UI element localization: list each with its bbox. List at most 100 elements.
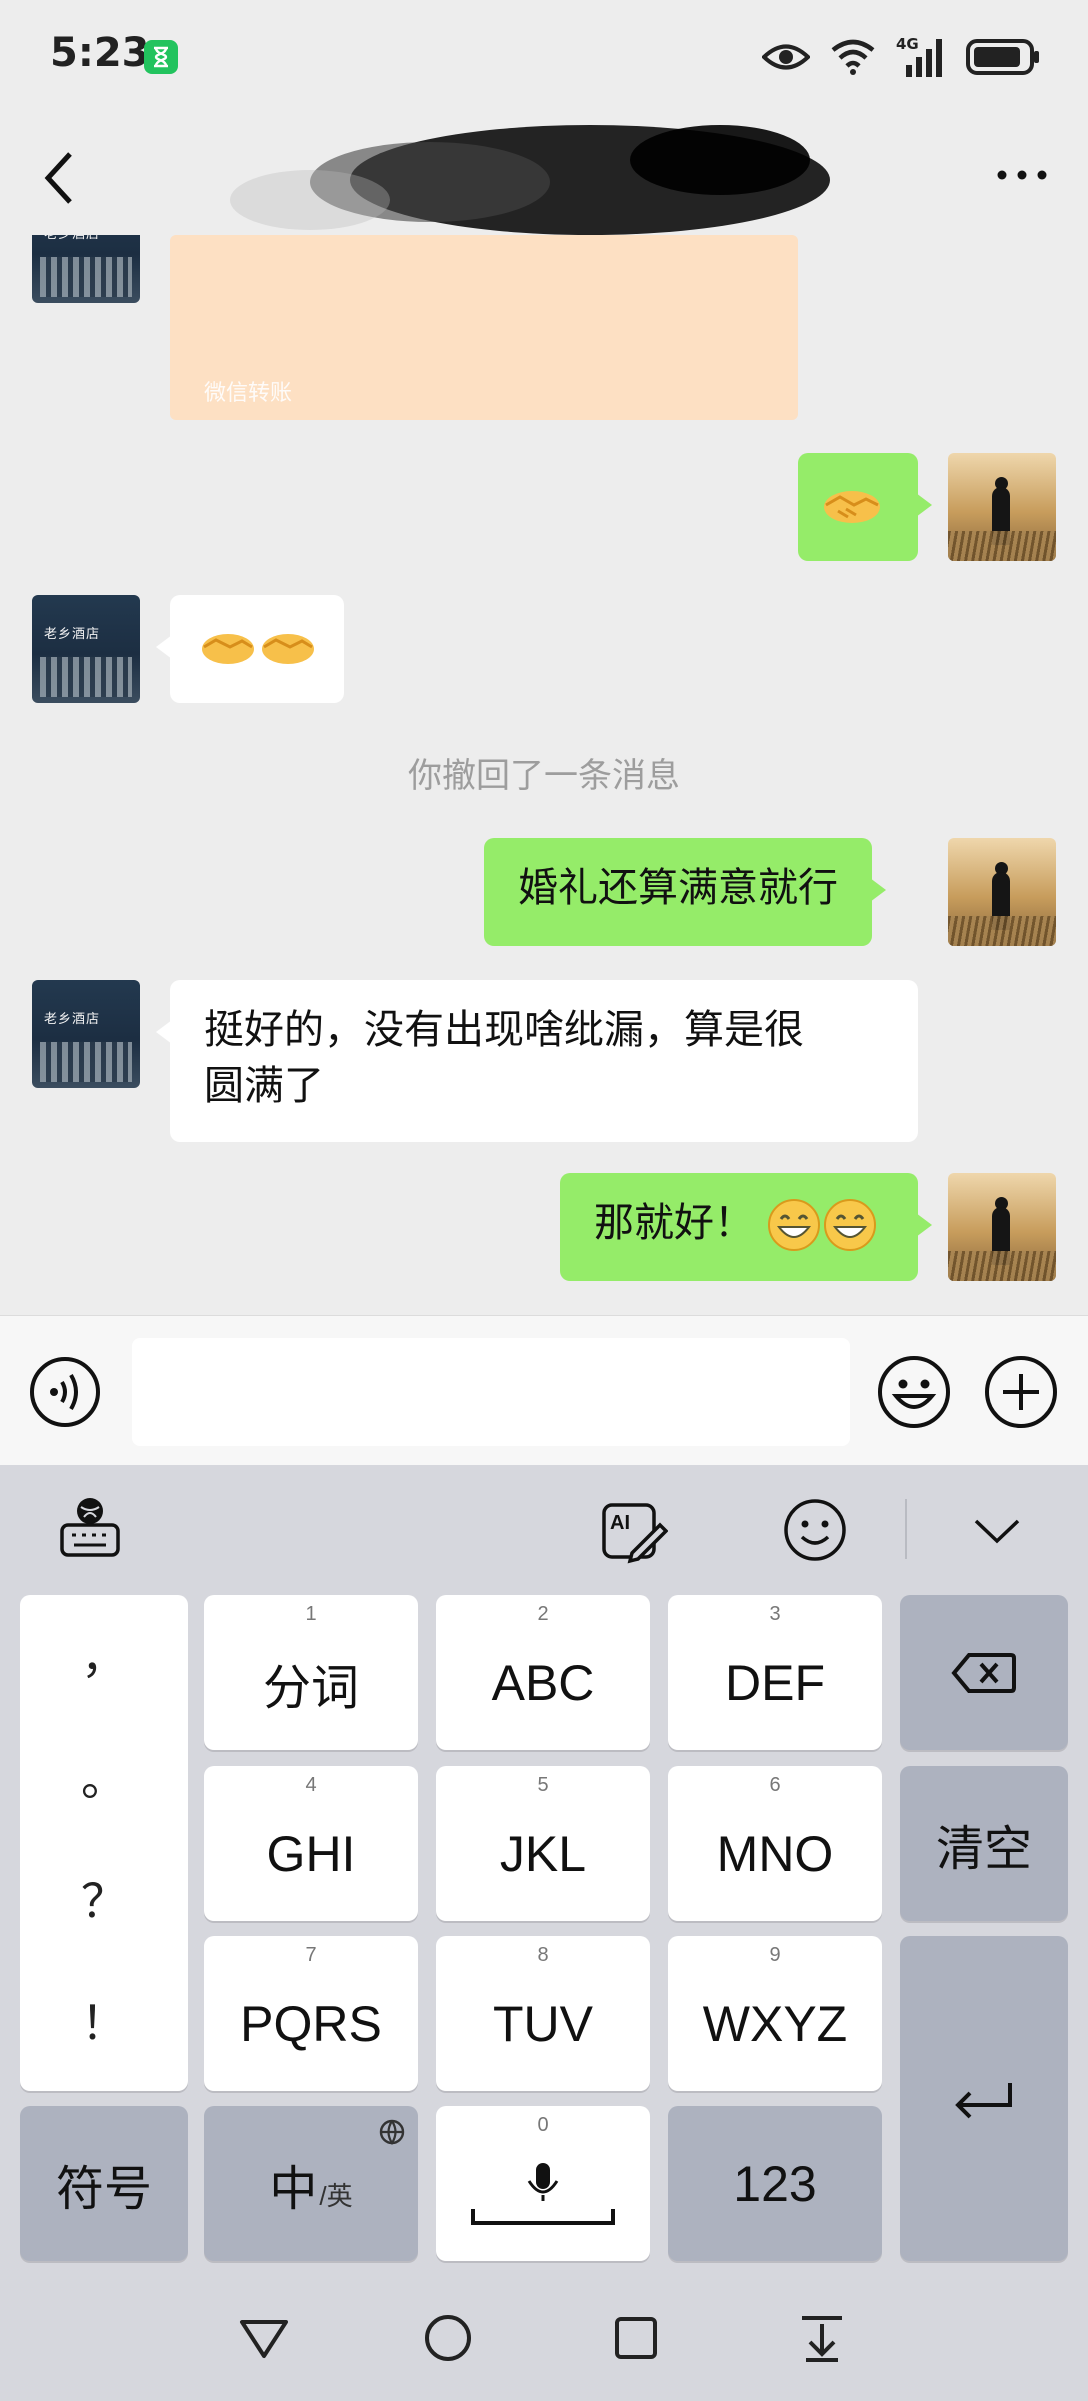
key-label: 符号: [55, 2162, 152, 2216]
nav-recents-square-icon[interactable]: [608, 2310, 664, 2366]
key-number: 4: [305, 1774, 317, 1796]
grin-emoji-icon: [767, 1197, 879, 1253]
chevron-left-icon[interactable]: [40, 148, 80, 208]
language-switch-key[interactable]: 中/英: [204, 2106, 418, 2261]
message-text-line-2: 圆满了: [204, 1063, 324, 1109]
key-5[interactable]: 5 JKL: [436, 1766, 650, 1921]
contact-avatar[interactable]: 老乡酒店: [32, 595, 140, 703]
key-label: TUV: [493, 1995, 593, 2052]
key-8[interactable]: 8 TUV: [436, 1936, 650, 2091]
message-bubble-contact-emoji[interactable]: [156, 595, 344, 703]
keyboard-toolbar: AI: [0, 1465, 1088, 1590]
status-icons: 4G: [762, 32, 1040, 82]
key-2[interactable]: 2 ABC: [436, 1595, 650, 1750]
chat-header: [0, 110, 1088, 235]
wifi-icon: [831, 39, 875, 75]
key-label: PQRS: [240, 1995, 382, 2052]
message-bubble-contact[interactable]: 挺好的，没有出现啥纰漏，算是很 圆满了: [156, 980, 918, 1142]
key-9[interactable]: 9 WXYZ: [668, 1936, 882, 2091]
voice-icon[interactable]: [28, 1355, 102, 1429]
backspace-icon: [951, 1652, 1016, 1693]
key-label: JKL: [499, 1825, 587, 1882]
cellular-signal-icon: 4G: [896, 35, 946, 79]
handshake-emoji-icon: [824, 491, 880, 523]
key-label: WXYZ: [702, 1995, 848, 2052]
key-label: 清空: [935, 1822, 1032, 1876]
punct-exclaim[interactable]: ！: [20, 1987, 188, 2053]
key-number: 1: [305, 1603, 317, 1625]
message-input[interactable]: [132, 1338, 850, 1446]
collapse-keyboard-icon[interactable]: [962, 1495, 1032, 1565]
punct-period[interactable]: 。: [20, 1743, 188, 1809]
message-bubble-me-emoji[interactable]: [798, 453, 932, 561]
key-number: 2: [537, 1603, 549, 1625]
avatar-sign-text: 老乡酒店: [44, 235, 128, 245]
key-7[interactable]: 7 PQRS: [204, 1936, 418, 2091]
hourglass-icon: [144, 40, 178, 74]
contact-avatar[interactable]: 老乡酒店: [32, 980, 140, 1088]
system-message-recalled: 你撤回了一条消息: [408, 756, 680, 796]
backspace-key[interactable]: [900, 1595, 1068, 1750]
message-text: 婚礼还算满意就行: [518, 865, 838, 911]
nav-home-circle-icon[interactable]: [420, 2310, 476, 2366]
key-label-sub: /英: [319, 2181, 353, 2211]
avatar-sign-text: 老乡酒店: [44, 1012, 101, 1027]
eye-icon: [762, 44, 810, 70]
plus-icon[interactable]: [983, 1354, 1059, 1430]
system-navigation-bar: [0, 2270, 1088, 2401]
space-key[interactable]: 0: [436, 2106, 650, 2261]
nav-hide-keyboard-icon[interactable]: [794, 2310, 850, 2366]
key-number: 0: [537, 2114, 549, 2136]
emoji-icon[interactable]: [780, 1495, 850, 1565]
symbols-key[interactable]: 符号: [20, 2106, 188, 2261]
transfer-label: 微信转账: [204, 381, 293, 406]
punctuation-column: ， 。 ？ ！: [20, 1595, 188, 2091]
ai-write-icon[interactable]: AI: [598, 1495, 668, 1565]
key-number: 9: [769, 1944, 781, 1966]
status-bar: 5:23 4G: [0, 0, 1088, 110]
key-6[interactable]: 6 MNO: [668, 1766, 882, 1921]
key-3[interactable]: 3 DEF: [668, 1595, 882, 1750]
numbers-key[interactable]: 123: [668, 2106, 882, 2261]
chat-messages[interactable]: 老乡酒店 微信转账 老乡酒店 你撤回了一条消息 婚礼还算满意就行 老乡酒店 挺好…: [0, 235, 1088, 1315]
message-bubble-me[interactable]: 那就好！: [560, 1173, 932, 1281]
globe-icon: [379, 2119, 405, 2146]
key-label: ABC: [491, 1654, 595, 1711]
my-avatar[interactable]: [948, 838, 1056, 946]
key-label: MNO: [716, 1825, 834, 1882]
avatar-sign-text: 老乡酒店: [44, 627, 101, 642]
key-number: 5: [537, 1774, 549, 1796]
chat-input-bar: [0, 1315, 1088, 1465]
key-1[interactable]: 1 分词: [204, 1595, 418, 1750]
battery-icon: [966, 39, 1039, 75]
status-time: 5:23: [50, 30, 150, 76]
key-label-main: 中: [269, 2162, 318, 2216]
message-text: 那就好！: [594, 1200, 754, 1246]
key-label: 123: [733, 2155, 817, 2212]
contact-avatar[interactable]: 老乡酒店: [32, 235, 140, 303]
key-label: GHI: [266, 1825, 356, 1882]
toolbar-divider: [905, 1499, 907, 1559]
key-number: 7: [305, 1944, 317, 1966]
microphone-icon: [471, 2162, 615, 2225]
key-label: DEF: [725, 1654, 825, 1711]
key-number: 3: [769, 1603, 781, 1625]
key-4[interactable]: 4 GHI: [204, 1766, 418, 1921]
key-number: 6: [769, 1774, 781, 1796]
enter-key[interactable]: [900, 1936, 1068, 2261]
emoji-icon[interactable]: [876, 1354, 952, 1430]
clear-key[interactable]: 清空: [900, 1766, 1068, 1921]
punct-question[interactable]: ？: [20, 1865, 188, 1931]
wechat-transfer-card[interactable]: 微信转账: [170, 235, 798, 420]
nav-back-triangle-icon[interactable]: [236, 2310, 292, 2366]
keyboard-settings-icon[interactable]: [56, 1495, 126, 1565]
key-number: 8: [537, 1944, 549, 1966]
my-avatar[interactable]: [948, 453, 1056, 561]
handshake-emoji-icon: [202, 634, 314, 664]
punct-comma[interactable]: ，: [20, 1621, 188, 1687]
my-avatar[interactable]: [948, 1173, 1056, 1281]
key-label: 分词: [262, 1659, 359, 1716]
message-bubble-me[interactable]: 婚礼还算满意就行: [484, 838, 886, 946]
more-icon[interactable]: [992, 160, 1052, 190]
svg-text:AI: AI: [610, 1512, 630, 1534]
